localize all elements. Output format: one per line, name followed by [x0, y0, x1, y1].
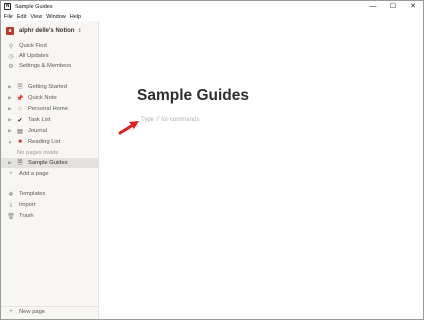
expand-triangle-icon[interactable]: ▶ — [7, 128, 13, 134]
gear-icon: ⚙ — [8, 63, 14, 70]
page-label: Quick Note — [28, 95, 57, 101]
add-page-button[interactable]: + Add a page — [1, 169, 99, 179]
import-icon: ⤓ — [9, 201, 13, 208]
expand-triangle-icon[interactable]: ▶ — [7, 95, 13, 101]
workspace-switcher[interactable]: a alphr delle's Notion ⇕ — [1, 24, 99, 38]
menu-bar: File Edit View Window Help — [1, 12, 423, 21]
editor-placeholder[interactable]: Type '/' for commands — [141, 117, 199, 123]
menu-view[interactable]: View — [30, 14, 42, 20]
new-page-button[interactable]: + New page — [1, 306, 99, 316]
sidebar-item-trash[interactable]: 🗑 Trash — [1, 211, 99, 221]
menu-help[interactable]: Help — [70, 14, 81, 20]
workspace-avatar: a — [6, 27, 14, 35]
sidebar-item-all-updates[interactable]: ◷ All Updates — [1, 51, 99, 61]
templates-icon: ❖ — [8, 191, 14, 198]
no-pages-inside-note: No pages inside — [1, 148, 99, 158]
sidebar-item-label: All Updates — [19, 53, 49, 59]
page-label: Getting Started — [28, 84, 67, 90]
notion-logo-icon: N — [4, 3, 11, 10]
window-title: Sample Guides — [15, 3, 53, 10]
chevron-updown-icon: ⇕ — [77, 28, 82, 34]
main-editor: Sample Guides Type '/' for commands — [100, 21, 423, 319]
menu-window[interactable]: Window — [46, 14, 66, 20]
page-title[interactable]: Sample Guides — [137, 87, 249, 105]
clock-icon: ◷ — [8, 53, 14, 60]
minimize-button[interactable]: — — [363, 1, 383, 12]
new-page-label: New page — [19, 308, 46, 315]
sidebar-item-label: Trash — [19, 213, 34, 219]
page-label: Personal Home — [28, 106, 68, 112]
expand-triangle-icon[interactable]: ▶ — [7, 106, 13, 112]
workspace-name: alphr delle's Notion — [19, 28, 75, 34]
sidebar-item-label: Quick Find — [19, 43, 47, 49]
sidebar-item-templates[interactable]: ❖ Templates — [1, 189, 99, 199]
trash-icon: 🗑 — [7, 213, 15, 220]
sidebar-item-label: Import — [19, 202, 36, 208]
sidebar-item-label: Settings & Members — [19, 63, 72, 69]
sidebar-page-journal[interactable]: ▶ ▤ Journal — [1, 126, 99, 136]
house-icon: ⌂ — [18, 106, 22, 112]
window-controls: — ☐ ✕ — [363, 1, 423, 12]
checkmark-icon: ✔ — [17, 117, 23, 124]
menu-file[interactable]: File — [4, 14, 13, 20]
sidebar-page-task-list[interactable]: ▶ ✔ Task List — [1, 115, 99, 125]
title-bar: N Sample Guides — ☐ ✕ — [1, 1, 423, 12]
expand-triangle-icon[interactable]: ▶ — [7, 84, 13, 90]
app-window: N Sample Guides — ☐ ✕ File Edit View Win… — [0, 0, 424, 320]
sidebar-page-quick-note[interactable]: ▶ 📌 Quick Note — [1, 93, 99, 103]
red-arrow-annotation-icon — [118, 121, 139, 135]
page-icon: 🗎 — [17, 84, 23, 90]
sidebar-page-personal-home[interactable]: ▶ ⌂ Personal Home — [1, 104, 99, 114]
sidebar-page-sample-guides[interactable]: ▶ 🗎 Sample Guides — [1, 158, 99, 168]
empty-subpages-label: No pages inside — [17, 150, 59, 156]
plus-icon: + — [9, 171, 13, 177]
maximize-button[interactable]: ☐ — [383, 1, 403, 12]
sidebar-page-reading-list[interactable]: ▼ ■ Reading List — [1, 137, 99, 147]
page-label: Journal — [28, 128, 48, 134]
sidebar-item-quick-find[interactable]: ⚲ Quick Find — [1, 41, 99, 51]
notebook-icon: ▤ — [17, 128, 23, 135]
plus-icon: + — [9, 308, 13, 315]
page-label: Reading List — [28, 139, 61, 145]
sidebar-item-label: Templates — [19, 191, 46, 197]
page-icon: 🗎 — [17, 160, 23, 166]
menu-edit[interactable]: Edit — [17, 14, 26, 20]
sidebar: a alphr delle's Notion ⇕ ⚲ Quick Find ◷ … — [1, 21, 99, 319]
pushpin-icon: 📌 — [16, 95, 24, 102]
sidebar-item-settings[interactable]: ⚙ Settings & Members — [1, 61, 99, 71]
sidebar-page-getting-started[interactable]: ▶ 🗎 Getting Started — [1, 82, 99, 92]
expand-triangle-icon[interactable]: ▶ — [7, 160, 13, 166]
collapse-triangle-icon[interactable]: ▼ — [7, 140, 13, 145]
page-label: Task List — [28, 117, 51, 123]
book-icon: ■ — [18, 139, 22, 145]
add-page-label: Add a page — [19, 171, 49, 177]
page-label: Sample Guides — [28, 160, 68, 166]
search-icon: ⚲ — [8, 43, 14, 50]
sidebar-item-import[interactable]: ⤓ Import — [1, 200, 99, 210]
expand-triangle-icon[interactable]: ▶ — [7, 117, 13, 123]
close-button[interactable]: ✕ — [403, 1, 423, 12]
